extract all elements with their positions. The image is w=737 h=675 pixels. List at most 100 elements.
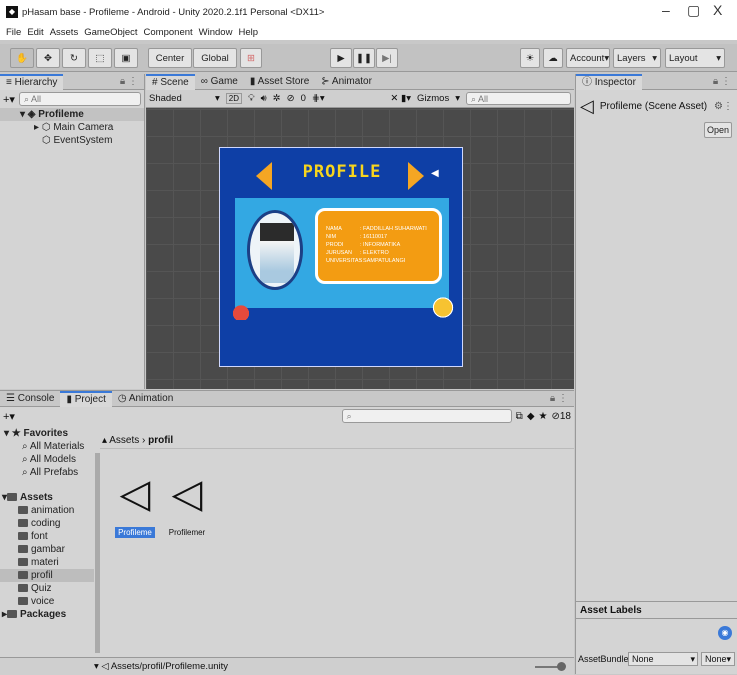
audio-icon[interactable]: 🔊︎ — [261, 93, 267, 104]
folder-label: Quiz — [31, 583, 52, 594]
close-button[interactable]: X — [713, 2, 722, 18]
tools-icon[interactable]: ✕ ▮▾ — [390, 93, 411, 104]
snap-icon[interactable]: ⊞ — [240, 48, 262, 68]
tab-console[interactable]: ☰ Console — [0, 391, 60, 407]
gizmos-dropdown[interactable]: Gizmos — [417, 93, 449, 104]
tab-scene[interactable]: # Scene — [146, 73, 195, 90]
shading-dropdown[interactable]: Shaded — [149, 93, 209, 104]
menu-gameobject[interactable]: GameObject — [84, 27, 137, 38]
hierarchy-item[interactable]: ▸ ⬡ Main Camera — [0, 121, 144, 134]
tab-hierarchy[interactable]: ≡ Hierarchy — [0, 73, 64, 90]
lock-icon[interactable]: 🔒︎ ⋮ — [120, 76, 138, 87]
filter-label-icon[interactable]: ◆ — [527, 411, 535, 422]
menu-edit[interactable]: Edit — [27, 27, 43, 38]
info-row: NIM: 16110017 — [326, 233, 431, 241]
scale-tool-icon[interactable]: ⬚ — [88, 48, 112, 68]
rotate-tool-icon[interactable]: ↻ — [62, 48, 86, 68]
tab-asset-store[interactable]: ▮ Asset Store — [244, 74, 315, 90]
asset-name: Profileme (Scene Asset) — [599, 101, 708, 112]
add-icon[interactable]: +▾ — [3, 410, 15, 423]
menu-file[interactable]: File — [6, 27, 21, 38]
pause-button[interactable]: ❚❚ — [353, 48, 375, 68]
scene-canvas[interactable]: PROFILE ◀︎ NAMA: FADDILLAH SUHARWATI NIM… — [146, 109, 574, 389]
minimize-button[interactable]: – — [662, 2, 670, 18]
asset-tile[interactable]: ◁ Profilemer — [165, 471, 209, 549]
folder-item[interactable]: gambar — [10, 543, 94, 556]
scene-search-input[interactable]: ⌕ All — [466, 92, 571, 105]
project-search-input[interactable]: ⌕ — [341, 409, 512, 423]
scene-root[interactable]: ▾ ◈ Profileme — [0, 108, 144, 121]
menu-component[interactable]: Component — [144, 27, 193, 38]
lock-icon[interactable]: 🔒︎ ⋮ — [713, 76, 731, 87]
cloud-icon[interactable]: ☁ — [543, 48, 563, 68]
space-toggle[interactable]: Global — [193, 48, 237, 68]
arrow-right-icon[interactable] — [408, 162, 424, 190]
visibility-icon[interactable]: ⊘ — [287, 93, 295, 104]
folder-item[interactable]: animation — [10, 504, 94, 517]
lock-icon[interactable]: 🔒︎ ⋮ — [550, 393, 568, 404]
breadcrumb-item[interactable]: profil — [148, 435, 173, 446]
layout-dropdown[interactable]: Layout ▾ — [665, 48, 725, 68]
effects-icon[interactable]: ✲ — [273, 93, 281, 104]
tab-game[interactable]: ∞ Game — [195, 74, 244, 90]
tab-animator[interactable]: ⊱ Animator — [315, 74, 378, 90]
assets-label: Assets — [20, 492, 53, 503]
hierarchy-item[interactable]: ⬡ EventSystem — [0, 134, 144, 147]
folder-item[interactable]: coding — [10, 517, 94, 530]
label-icon[interactable]: ◉ — [718, 626, 732, 640]
hierarchy-search-input[interactable]: ⌕ All — [18, 92, 141, 106]
arrow-left-icon[interactable] — [256, 162, 272, 190]
breadcrumb-item[interactable]: Assets — [109, 435, 139, 446]
2d-toggle[interactable]: 2D — [225, 93, 243, 104]
folder-icon — [7, 493, 18, 502]
zoom-slider-handle[interactable] — [557, 662, 566, 671]
folder-item[interactable]: Quiz — [10, 582, 94, 595]
grid-icon[interactable]: ⋕▾ — [312, 93, 325, 104]
tab-label: Animation — [128, 392, 174, 404]
sidebar-scrollbar[interactable] — [95, 453, 100, 653]
rect-tool-icon[interactable]: ▣ — [114, 48, 138, 68]
path-bar: ▾ ◁ Assets/profil/Profileme.unity — [0, 657, 574, 675]
item-label: Main Camera — [53, 122, 114, 133]
folder-item[interactable]: font — [10, 530, 94, 543]
folder-item[interactable]: voice — [10, 595, 94, 608]
favorite-item[interactable]: ⌕ All Materials — [10, 440, 94, 453]
unity-scene-icon: ◁ — [171, 472, 203, 516]
folder-item[interactable]: materi — [10, 556, 94, 569]
asset-tile-selected[interactable]: ◁ Profileme — [115, 471, 155, 549]
maximize-button[interactable]: ▢ — [687, 2, 700, 19]
tab-inspector[interactable]: ⓘ Inspector — [576, 73, 642, 90]
menu-window[interactable]: Window — [199, 27, 233, 38]
collab-icon[interactable]: ☀ — [520, 48, 540, 68]
step-button[interactable]: ▶| — [376, 48, 398, 68]
profile-photo — [247, 210, 303, 290]
favorite-icon[interactable]: ★ — [539, 411, 548, 422]
folder-item-selected[interactable]: profil — [0, 569, 94, 582]
hand-tool-icon[interactable]: ✋ — [10, 48, 34, 68]
search-placeholder: All — [478, 94, 489, 104]
pivot-toggle[interactable]: Center — [148, 48, 192, 68]
favorite-item[interactable]: ⌕ All Models — [10, 453, 94, 466]
menu-help[interactable]: Help — [238, 27, 258, 38]
settings-icon[interactable]: ⚙⋮ — [714, 101, 733, 112]
account-dropdown[interactable]: Account ▾ — [566, 48, 610, 68]
tab-project[interactable]: ▮ Project — [60, 390, 112, 407]
tab-animation[interactable]: ◷ Animation — [112, 391, 179, 407]
info-label: NIM — [326, 234, 337, 240]
assets-root[interactable]: ▾ Assets — [2, 491, 94, 504]
move-tool-icon[interactable]: ✥ — [36, 48, 60, 68]
add-icon[interactable]: +▾ — [3, 93, 15, 106]
speaker-icon[interactable]: ◀︎ — [431, 168, 439, 179]
hidden-packages-icon[interactable]: ⊘18 — [551, 411, 571, 422]
open-button[interactable]: Open — [704, 122, 732, 138]
light-icon[interactable]: 💡︎ — [248, 93, 255, 104]
play-button[interactable]: ▶ — [330, 48, 352, 68]
menu-assets[interactable]: Assets — [50, 27, 79, 38]
assetbundle-dropdown[interactable]: None ▾ — [628, 652, 698, 666]
filter-type-icon[interactable]: ⧉ — [516, 411, 523, 422]
layers-dropdown[interactable]: Layers ▾ — [613, 48, 661, 68]
packages-root[interactable]: ▸ Packages — [2, 608, 94, 621]
favorite-item[interactable]: ⌕ All Prefabs — [10, 466, 94, 479]
favorites-header[interactable]: ▾ ★ Favorites — [4, 427, 94, 440]
variant-dropdown[interactable]: None▾ — [701, 652, 735, 666]
